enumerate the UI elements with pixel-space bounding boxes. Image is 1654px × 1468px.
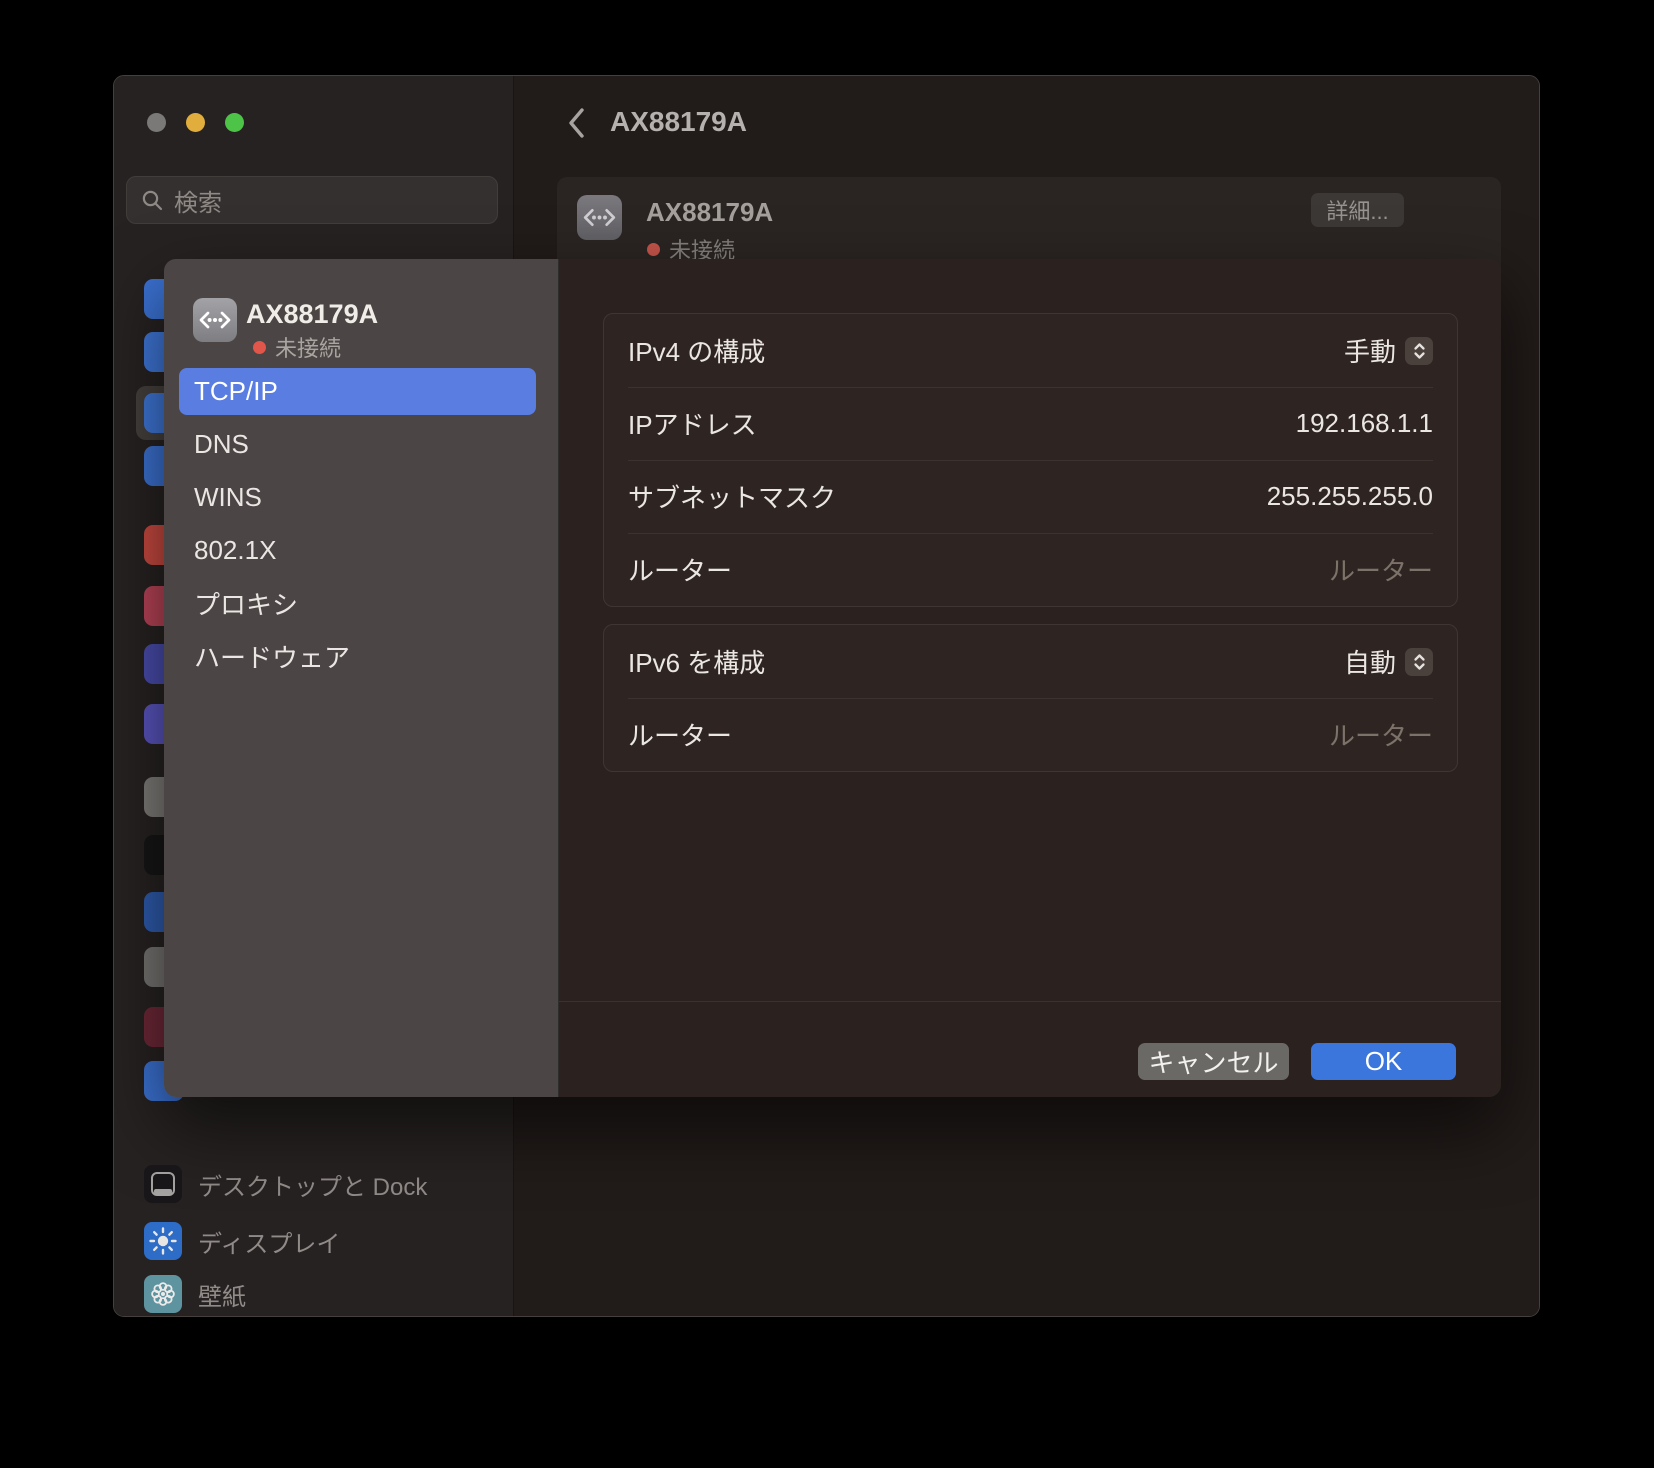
cancel-button[interactable]: キャンセル [1138,1043,1289,1080]
sidebar-item-label: ディスプレイ [198,1224,340,1259]
ipv4-config-value: 手動 [1344,332,1396,369]
search-placeholder: 検索 [174,183,222,218]
row-label: ルーター [628,551,732,588]
zoom-window-button[interactable] [225,113,244,132]
ipv6-router-field[interactable]: ルーター [1329,716,1433,753]
minimize-window-button[interactable] [186,113,205,132]
ipv4-router-field[interactable]: ルーター [1329,551,1433,588]
dialog-content: IPv4 の構成 手動 IPアドレス [559,259,1501,1097]
ok-button[interactable]: OK [1311,1043,1456,1080]
close-window-button[interactable] [147,113,166,132]
ip-address-row: IPアドレス 192.168.1.1 [604,387,1457,460]
ipv4-config-row: IPv4 の構成 手動 [604,314,1457,387]
tab-proxy[interactable]: プロキシ [179,580,536,627]
ipv6-config-popup-button[interactable] [1405,648,1433,676]
sidebar-item-wallpaper[interactable]: 壁紙 [114,1271,512,1317]
display-icon [144,1222,182,1260]
sidebar-item-label: デスクトップと Dock [198,1167,427,1202]
ipv4-settings-card: IPv4 の構成 手動 IPアドレス [603,313,1458,607]
row-label: IPv6 を構成 [628,643,765,680]
dialog-device-name: AX88179A [246,299,378,330]
ethernet-adapter-icon [577,195,622,240]
status-dot [647,243,660,256]
tab-tcpip[interactable]: TCP/IP [179,368,536,415]
tcpip-settings-dialog: AX88179A 未接続 TCP/IP DNS WINS 802.1X プロキシハードウ… [164,259,1501,1097]
search-icon [141,189,164,212]
dialog-device-status: 未接続 [253,331,341,363]
ip-address-field[interactable]: 192.168.1.1 [1296,408,1433,439]
ipv6-config-row: IPv6 を構成 自動 [604,625,1457,698]
sidebar-item-desktop-dock[interactable]: デスクトップと Dock [114,1161,512,1207]
subnet-mask-row: サブネットマスク 255.255.255.0 [604,460,1457,533]
row-label: IPアドレス [628,405,757,442]
tab-8021x[interactable]: 802.1X [179,527,536,574]
desktop-dock-icon [144,1165,182,1203]
tab-wins[interactable]: WINS [179,474,536,521]
ipv4-config-popup-button[interactable] [1405,337,1433,365]
ipv4-router-row: ルーター ルーター [604,533,1457,606]
details-button[interactable]: 詳細... [1311,193,1404,227]
ipv6-config-value: 自動 [1344,643,1396,680]
tab-dns[interactable]: DNS [179,421,536,468]
ethernet-adapter-icon [193,298,237,342]
footer-divider [559,1001,1501,1002]
subnet-mask-field[interactable]: 255.255.255.0 [1267,481,1433,512]
ipv6-router-row: ルーター ルーター [604,698,1457,771]
page-title: AX88179A [610,106,747,138]
system-settings-window: 検索 デスクトップと Dock [113,75,1540,1317]
row-label: サブネットマスク [628,478,836,515]
row-label: IPv4 の構成 [628,332,765,369]
screen: 検索 デスクトップと Dock [0,0,1654,1468]
dialog-sidebar: AX88179A 未接続 TCP/IP DNS WINS 802.1X プロキシハードウ… [164,259,559,1097]
search-input[interactable]: 検索 [126,176,498,224]
wallpaper-icon [144,1275,182,1313]
tab-hardware[interactable]: ハードウェア [179,633,536,680]
status-label: 未接続 [275,331,341,363]
status-dot [253,341,266,354]
dialog-tab-list: TCP/IP DNS WINS 802.1X プロキシハードウェア [179,368,536,686]
row-label: ルーター [628,716,732,753]
device-name: AX88179A [646,197,773,228]
back-button[interactable] [566,106,590,140]
sidebar-item-label: 壁紙 [198,1277,246,1312]
sidebar-item-display[interactable]: ディスプレイ [114,1218,512,1264]
ipv6-settings-card: IPv6 を構成 自動 ルーター [603,624,1458,772]
